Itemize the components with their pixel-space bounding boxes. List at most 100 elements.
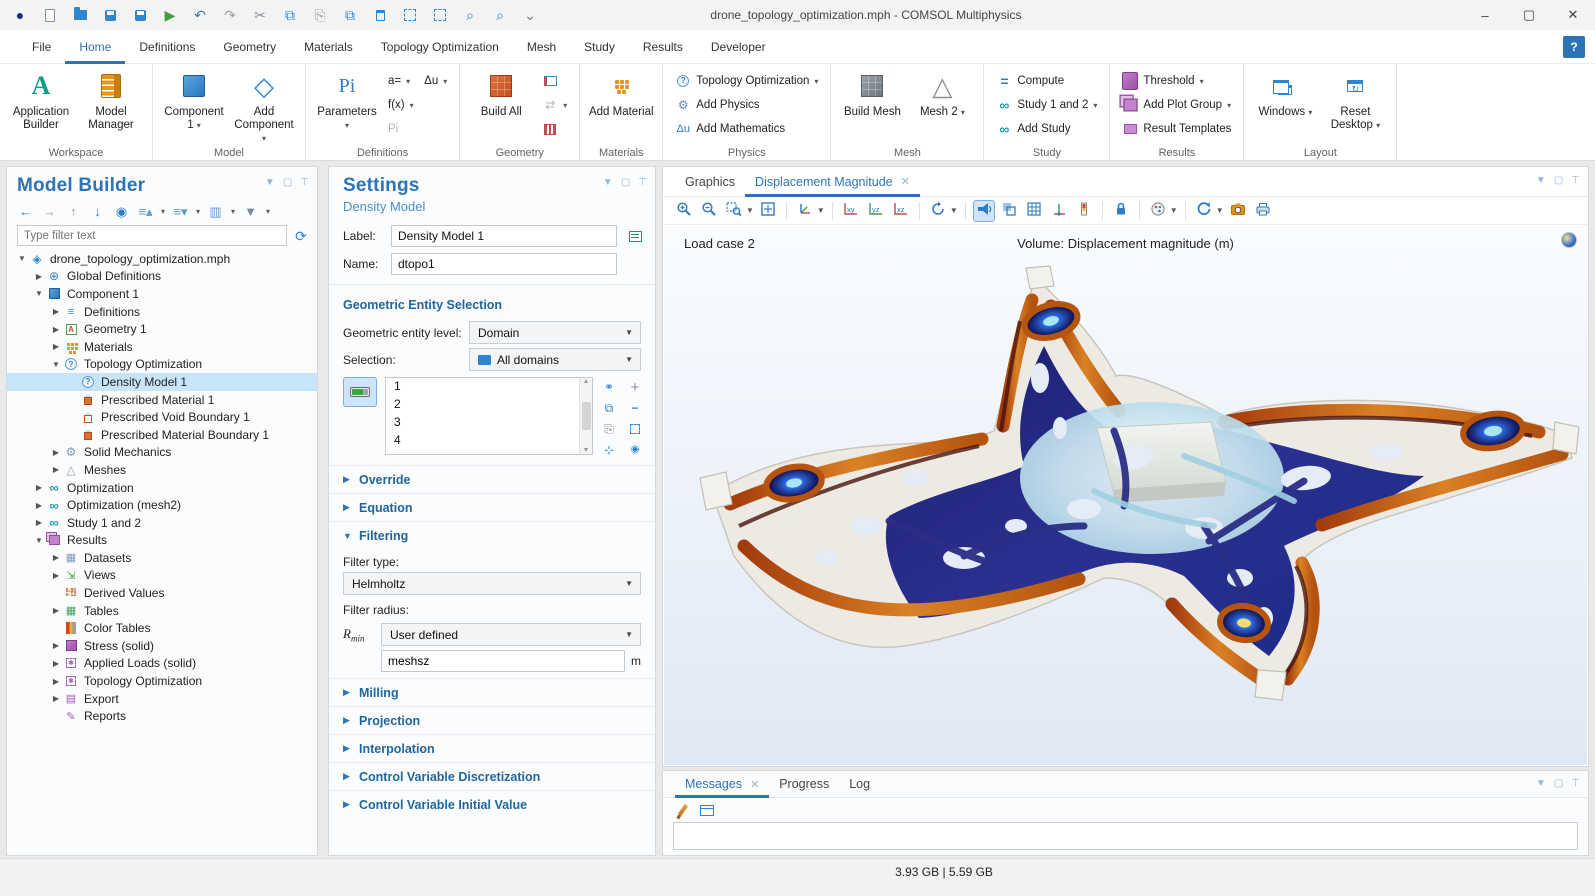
application-builder-button[interactable]: AApplication Builder [8, 66, 74, 142]
filter-type-dropdown[interactable]: Helmholtz▼ [343, 572, 641, 595]
tree-chevron-icon[interactable]: ▼ [32, 536, 46, 545]
tree-item-solid-mechanics[interactable]: ▶⚙Solid Mechanics [7, 444, 317, 462]
tree-item-tables[interactable]: ▶▦Tables [7, 602, 317, 620]
tree-item-topology-optimization[interactable]: ▼?Topology Optimization [7, 356, 317, 374]
label-field[interactable] [391, 225, 617, 247]
add-physics-button[interactable]: ⚙Add Physics [671, 94, 763, 116]
tree-item-views[interactable]: ▶⇲Views [7, 567, 317, 585]
tree-chevron-icon[interactable]: ▶ [49, 342, 63, 351]
tree-chevron-icon[interactable]: ▼ [15, 254, 29, 263]
scroll-down-icon[interactable]: ▼ [583, 447, 590, 454]
filter-radius-mode-dropdown[interactable]: User defined▼ [381, 623, 641, 646]
section-control-variable-discretization[interactable]: ▶Control Variable Discretization [329, 762, 655, 790]
doc-search-button[interactable]: ⌕ [458, 4, 482, 26]
chevron-down-icon[interactable]: ▾ [161, 207, 165, 216]
view-yz-button[interactable]: yz [865, 200, 887, 222]
tab-messages[interactable]: Messages✕ [675, 771, 769, 798]
save-search-button[interactable] [128, 4, 152, 26]
mesh-2-button[interactable]: △Mesh 2 ▾ [909, 66, 975, 142]
section-control-variable-initial-value[interactable]: ▶Control Variable Initial Value [329, 790, 655, 818]
tree-item-results[interactable]: ▼Results [7, 532, 317, 550]
domain-list-item[interactable]: 4 [386, 432, 592, 450]
windows-button[interactable]: Windows ▾ [1252, 66, 1318, 142]
geometric-entity-level-dropdown[interactable]: Domain▼ [469, 321, 641, 344]
study-1-and-2-button[interactable]: ∞Study 1 and 2▾ [992, 94, 1101, 116]
chevron-down-icon[interactable]: ▾ [231, 207, 235, 216]
domain-list-item[interactable]: 2 [386, 396, 592, 414]
menu-tab-topology-optimization[interactable]: Topology Optimization [367, 30, 513, 64]
copy-button[interactable]: ⧉ [278, 4, 302, 26]
goto-view-button[interactable] [794, 200, 816, 222]
tree-item-color-tables[interactable]: Color Tables [7, 619, 317, 637]
compute-button[interactable]: =Compute [992, 70, 1068, 92]
panel-pin-icon[interactable]: ⊤ [1571, 175, 1580, 186]
menu-tab-results[interactable]: Results [629, 30, 697, 64]
grid-button[interactable] [1023, 200, 1045, 222]
add-study-button[interactable]: ∞Add Study [992, 118, 1074, 140]
panel-float-icon[interactable]: ▢ [283, 177, 292, 188]
zoom-box-button[interactable] [723, 200, 745, 222]
close-button[interactable]: ✕ [1551, 0, 1595, 30]
selection-list-scrollbar[interactable]: ▲ ▼ [579, 378, 592, 454]
tree-item-stress-solid-[interactable]: ▶Stress (solid) [7, 637, 317, 655]
select-frame-button[interactable] [398, 4, 422, 26]
menu-tab-study[interactable]: Study [570, 30, 629, 64]
menu-tab-mesh[interactable]: Mesh [513, 30, 570, 64]
zoom-in-button[interactable] [673, 200, 695, 222]
undo-button[interactable]: ↶ [188, 4, 212, 26]
doc-find-button[interactable]: ⌕ [488, 4, 512, 26]
menu-tab-materials[interactable]: Materials [290, 30, 367, 64]
move-down-icon[interactable]: ↓ [89, 203, 106, 219]
tree-chevron-icon[interactable]: ▶ [32, 518, 46, 527]
add-component-button[interactable]: ◇Add Component ▾ [231, 66, 297, 142]
tree-chevron-icon[interactable]: ▶ [32, 483, 46, 492]
update-button[interactable] [1193, 200, 1215, 222]
menu-tab-developer[interactable]: Developer [697, 30, 780, 64]
icon-button[interactable] [538, 70, 562, 92]
palette-button[interactable] [1147, 200, 1169, 222]
panel-float-icon[interactable]: ▢ [621, 177, 630, 188]
domain-list-item[interactable]: 3 [386, 414, 592, 432]
tree-item-derived-values[interactable]: 8.85e-12Derived Values [7, 584, 317, 602]
tree-chevron-icon[interactable]: ▼ [32, 289, 46, 298]
close-icon[interactable]: ✕ [750, 778, 759, 791]
toolbar-chevron-button[interactable]: ⌄ [518, 4, 542, 26]
tree-chevron-icon[interactable]: ▶ [49, 553, 63, 562]
redo-button[interactable]: ↷ [218, 4, 242, 26]
panel-menu-icon[interactable]: ▼ [1536, 778, 1546, 789]
tree-item-drone-topology-optimization-mph[interactable]: ▼◈drone_topology_optimization.mph [7, 250, 317, 268]
panel-menu-icon[interactable]: ▼ [603, 177, 613, 188]
collapse-list-icon[interactable]: ≡▴ [137, 203, 154, 219]
tab-displacement-magnitude[interactable]: Displacement Magnitude✕ [745, 167, 920, 197]
tree-item-optimization[interactable]: ▶∞Optimization [7, 479, 317, 497]
panel-float-icon[interactable]: ▢ [1554, 778, 1563, 789]
section-geometric-entity-selection[interactable]: Geometric Entity Selection [329, 291, 655, 319]
paste-selection-icon[interactable]: ⎘ [601, 421, 617, 437]
scroll-thumb[interactable] [582, 402, 591, 430]
section-equation[interactable]: ▶Equation [329, 493, 655, 521]
tree-chevron-icon[interactable]: ▶ [49, 571, 63, 580]
menu-tab-home[interactable]: Home [65, 30, 125, 64]
move-up-icon[interactable]: ↑ [65, 203, 82, 219]
tree-chevron-icon[interactable]: ▶ [49, 677, 63, 686]
selection-dropdown[interactable]: All domains▼ [469, 348, 641, 371]
tree-chevron-icon[interactable]: ▶ [49, 606, 63, 615]
chevron-down-icon[interactable]: ▼ [817, 206, 825, 215]
zoom-selection-icon[interactable]: ⊹ [601, 442, 617, 458]
section-filtering[interactable]: ▼Filtering [329, 521, 655, 549]
print-button[interactable] [1252, 200, 1274, 222]
chevron-down-icon[interactable]: ▼ [950, 206, 958, 215]
close-icon[interactable]: ✕ [901, 175, 910, 188]
add-mathematics-button[interactable]: ΔuAdd Mathematics [671, 118, 789, 140]
minimize-button[interactable]: – [1463, 0, 1507, 30]
create-selection-icon[interactable]: ⚭ [601, 379, 617, 395]
lock-button[interactable] [1110, 200, 1132, 222]
tree-filter-input[interactable] [17, 225, 287, 246]
show-eye-icon[interactable]: ◉ [113, 203, 130, 219]
chevron-down-icon[interactable]: ▾ [266, 207, 270, 216]
view-xz-button[interactable]: xz [890, 200, 912, 222]
icon-button[interactable] [538, 118, 562, 140]
chevron-down-icon[interactable]: ▼ [1216, 206, 1224, 215]
add-plot-group-button[interactable]: Add Plot Group▾ [1118, 94, 1235, 116]
filter-radius-input[interactable] [381, 650, 625, 672]
